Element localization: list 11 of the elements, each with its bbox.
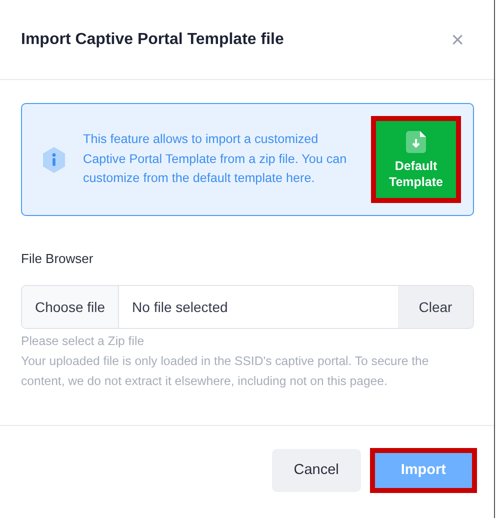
- dialog-title: Import Captive Portal Template file: [21, 30, 284, 48]
- info-icon: [41, 146, 67, 174]
- cancel-button[interactable]: Cancel: [272, 448, 361, 492]
- choose-file-button[interactable]: Choose file: [22, 286, 120, 328]
- file-download-icon: [405, 130, 427, 154]
- note-text: Your uploaded file is only loaded in the SSID's captive portal. To secure the content, we do not extract it elsewhere, including not on this pagee.: [21, 353, 430, 390]
- field-label: File Browser: [21, 251, 94, 266]
- info-text: This feature allows to import a customized Captive Portal Template from a zip file. You can customize from the default template here.: [83, 131, 348, 188]
- hint-text: Please select a Zip file: [21, 333, 146, 350]
- clear-button[interactable]: Clear: [398, 286, 473, 328]
- file-input-field[interactable]: Choose file No file selected Clear: [21, 285, 474, 329]
